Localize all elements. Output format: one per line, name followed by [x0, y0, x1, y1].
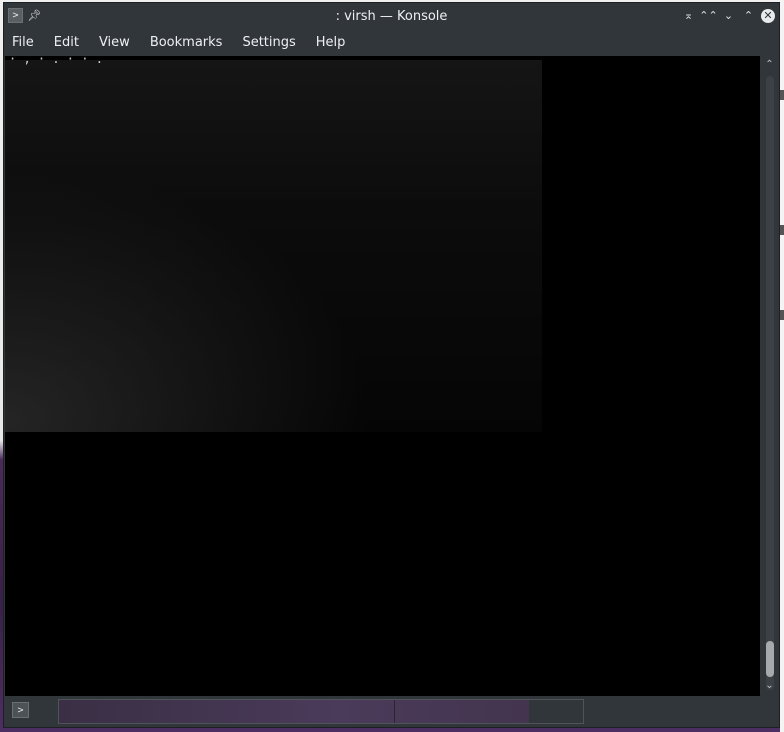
terminal-area[interactable]: · , · . · · . [5, 56, 760, 696]
menu-file[interactable]: File [4, 30, 44, 56]
scroll-down-icon[interactable]: ⌄ [761, 680, 778, 691]
maximize-button[interactable]: ⌃ [741, 8, 756, 23]
tab-separator [394, 700, 395, 723]
menu-help[interactable]: Help [306, 30, 356, 56]
konsole-window: > 📌︎ : virsh — Konsole ⌅ ⌃⌃ ⌄ ⌃ ✕ File E… [3, 2, 780, 728]
scroll-up-icon[interactable]: ⌃ [761, 59, 778, 70]
menu-settings[interactable]: Settings [232, 30, 305, 56]
close-button[interactable]: ✕ [761, 8, 775, 23]
background-fragment [780, 90, 784, 100]
shade-button[interactable]: ⌃⌃ [699, 8, 717, 23]
new-tab-icon[interactable]: > [12, 702, 29, 718]
scrollbar-thumb[interactable] [766, 641, 774, 677]
menu-edit[interactable]: Edit [44, 30, 89, 56]
window-title: : virsh — Konsole [335, 9, 448, 24]
title-bar-right-controls: ⌅ ⌃⌃ ⌄ ⌃ ✕ [681, 8, 775, 23]
background-window-edge [780, 0, 784, 732]
vertical-scrollbar[interactable]: ⌃ ⌄ [761, 56, 778, 696]
keep-above-button[interactable]: ⌅ [681, 8, 696, 23]
terminal-background-shade [5, 60, 542, 432]
menu-view[interactable]: View [89, 30, 140, 56]
tab-bar: > [4, 696, 779, 727]
background-fragment [780, 225, 784, 235]
tab-strip [58, 699, 584, 724]
terminal-first-line: · , · . · · . [9, 56, 103, 66]
scrollbar-track[interactable] [766, 76, 774, 690]
minimize-button[interactable]: ⌄ [721, 8, 736, 23]
menu-bar: File Edit View Bookmarks Settings Help [4, 30, 779, 56]
tab-virsh[interactable] [59, 700, 529, 723]
menu-bookmarks[interactable]: Bookmarks [140, 30, 233, 56]
title-bar[interactable]: > 📌︎ : virsh — Konsole ⌅ ⌃⌃ ⌄ ⌃ ✕ [4, 3, 779, 30]
background-fragment [780, 310, 784, 320]
